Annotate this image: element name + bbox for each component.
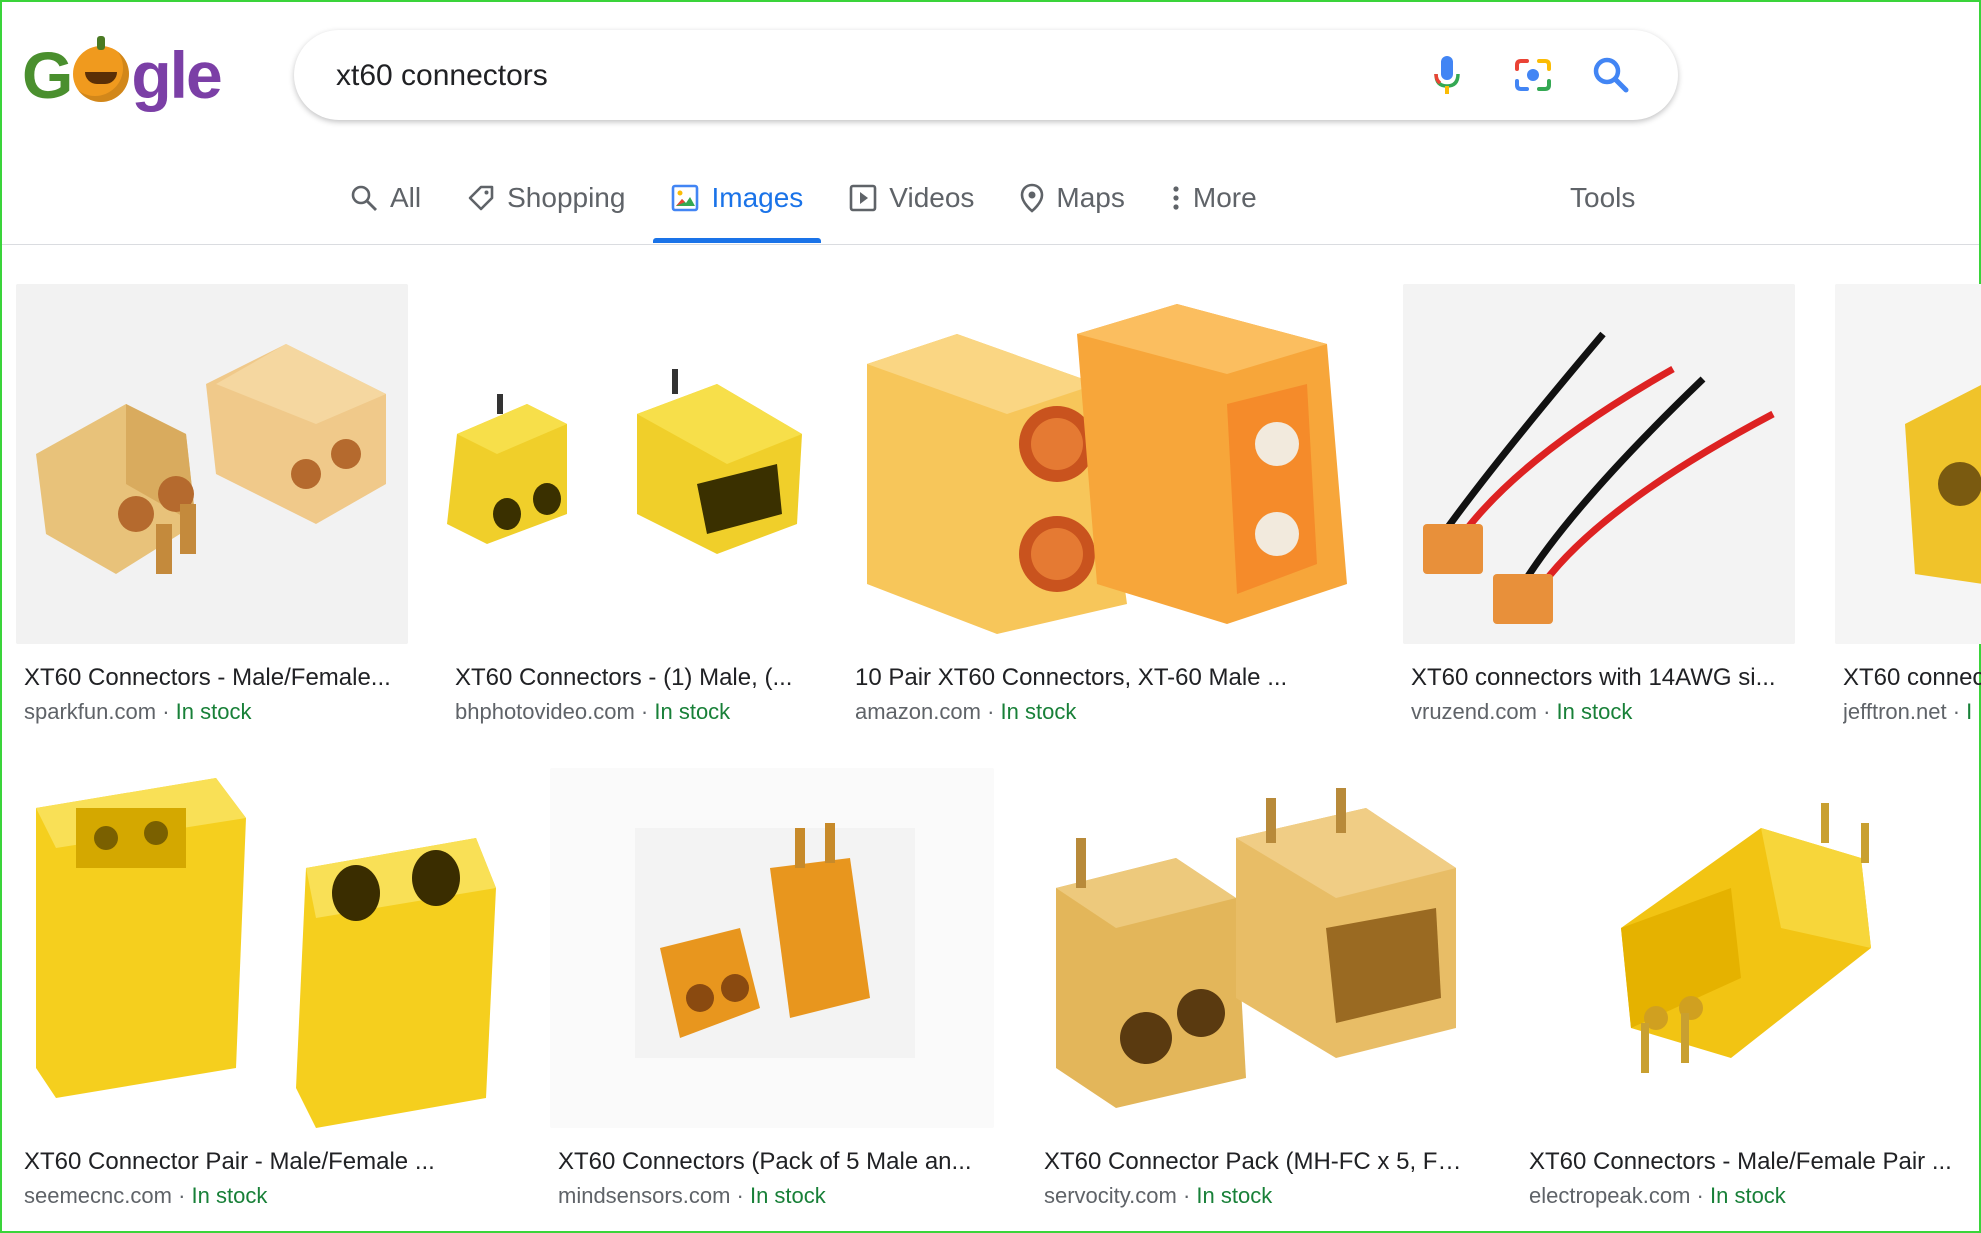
result-source: bhphotovideo.com [455,699,635,724]
image-result[interactable]: XT60 Connectors (Pack of 5 Male an... mi… [550,768,994,1208]
image-result[interactable]: XT60 Connector Pack (MH-FC x 5, FH... se… [1036,768,1480,1208]
tab-all[interactable]: All [332,172,439,224]
logo-letters: gle [131,38,222,112]
result-title[interactable]: XT60 connectors with 14AWG si... [1411,664,1791,692]
result-source: sparkfun.com [24,699,157,724]
microphone-icon[interactable] [1424,52,1470,98]
result-meta: servocity.com · In stock [1044,1183,1474,1209]
result-title[interactable]: XT60 Connectors - Male/Female... [24,664,404,692]
camera-lens-icon[interactable] [1510,52,1556,98]
result-source: seemecnc.com [24,1183,172,1208]
tab-label: Maps [1056,182,1125,213]
image-result[interactable]: XT60 Connectors - Male/Female Pair ... e… [1521,768,1965,1208]
separator: · [1182,1183,1191,1208]
stock-status: In stock [749,1183,826,1208]
result-image[interactable] [1835,284,1981,644]
stock-status: I [1966,699,1973,724]
result-image[interactable] [16,284,408,644]
stock-status: In stock [175,699,252,724]
result-image[interactable] [447,284,807,644]
result-title[interactable]: XT60 Connectors - Male/Female Pair ... [1529,1148,1959,1176]
search-tabs: All Shopping Images Videos Maps More [332,172,1285,244]
play-icon [849,184,877,212]
stock-status: In stock [1710,1183,1786,1208]
separator: · [1696,1183,1704,1208]
separator: · [178,1183,186,1208]
image-result[interactable]: XT60 Connectors - Male/Female... sparkfu… [16,284,408,724]
stock-status: In stock [1000,699,1077,724]
tab-label: All [390,182,422,213]
result-image[interactable] [550,768,994,1128]
stock-status: In stock [191,1183,268,1208]
result-meta: mindsensors.com · In stock [558,1183,988,1209]
result-source: electropeak.com [1529,1183,1691,1208]
result-image[interactable] [847,284,1363,644]
result-meta: bhphotovideo.com · In stock [455,699,805,725]
map-pin-icon [1020,183,1044,213]
tab-label: Shopping [507,182,626,213]
image-result[interactable]: XT60 Connector Pair - Male/Female ... se… [16,768,510,1208]
result-source: mindsensors.com [558,1183,731,1208]
result-source: amazon.com [855,699,981,724]
result-meta: seemecnc.com · In stock [24,1183,504,1209]
result-title[interactable]: 10 Pair XT60 Connectors, XT-60 Male ... [855,664,1355,692]
stock-status: In stock [1196,1183,1273,1208]
tab-images[interactable]: Images [653,172,822,243]
result-title[interactable]: XT60 Connector Pack (MH-FC x 5, FH... [1044,1148,1474,1176]
more-vert-icon [1171,184,1181,212]
separator: · [1543,699,1551,724]
search-icon[interactable] [1588,52,1634,98]
result-image[interactable] [1521,768,1965,1128]
search-input[interactable] [334,48,1338,104]
tag-icon [467,184,495,212]
result-meta: amazon.com · In stock [855,699,1355,725]
tab-maps[interactable]: Maps [1002,172,1142,224]
separator: · [1952,699,1961,724]
separator: · [736,1183,744,1208]
result-title[interactable]: XT60 Connectors - (1) Male, (... [455,664,805,692]
image-result[interactable]: 10 Pair XT60 Connectors, XT-60 Male ... … [847,284,1363,724]
result-image[interactable] [1036,768,1480,1128]
separator: · [987,699,995,724]
result-meta: sparkfun.com · In stock [24,699,404,725]
result-source: vruzend.com [1411,699,1537,724]
image-result[interactable]: XT60 connec jefftron.net · I [1835,284,1981,724]
tools-button[interactable]: Tools [1570,182,1635,214]
result-title[interactable]: XT60 Connectors (Pack of 5 Male an... [558,1148,988,1176]
result-title[interactable]: XT60 connec [1843,664,1981,692]
result-meta: jefftron.net · I [1843,699,1981,724]
tab-more[interactable]: More [1153,172,1275,224]
result-source: servocity.com [1044,1183,1177,1208]
result-meta: electropeak.com · In stock [1529,1183,1959,1209]
result-source: jefftron.net [1843,699,1947,724]
tab-label: Videos [889,182,975,213]
google-logo[interactable]: Ggle [22,36,223,108]
separator: · [162,699,170,724]
logo-letter: G [22,38,73,112]
result-image[interactable] [16,768,510,1128]
tab-label: More [1192,182,1257,213]
image-result[interactable]: XT60 connectors with 14AWG si... vruzend… [1403,284,1795,724]
result-image[interactable] [1403,284,1795,644]
stock-status: In stock [1556,699,1633,724]
search-icon [350,184,378,212]
search-box[interactable] [294,30,1678,120]
stock-status: In stock [654,699,731,724]
tab-videos[interactable]: Videos [831,172,992,224]
header-divider [2,244,1979,245]
image-icon [671,184,699,212]
tab-shopping[interactable]: Shopping [449,172,643,224]
image-result[interactable]: XT60 Connectors - (1) Male, (... bhphoto… [447,284,807,724]
tab-label: Images [711,182,804,213]
result-meta: vruzend.com · In stock [1411,699,1791,725]
pumpkin-icon [73,36,130,102]
result-title[interactable]: XT60 Connector Pair - Male/Female ... [24,1148,504,1176]
separator: · [640,699,649,724]
